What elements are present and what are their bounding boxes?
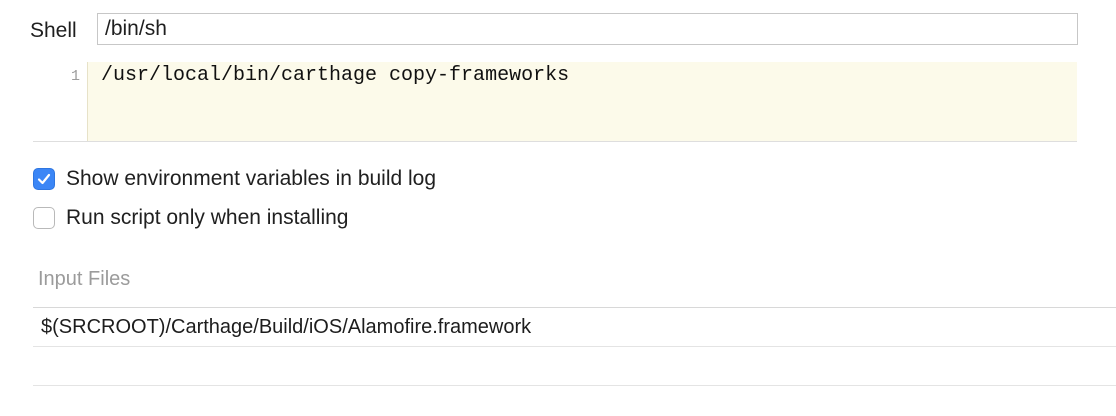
run-only-installing-label[interactable]: Run script only when installing (66, 205, 348, 231)
run-only-installing-checkbox[interactable] (33, 207, 55, 229)
line-number-gutter: 1 (33, 62, 88, 141)
code-line[interactable]: /usr/local/bin/carthage copy-frameworks (101, 63, 569, 89)
input-file-empty-row[interactable] (33, 347, 1116, 386)
input-file-path[interactable]: $(SRCROOT)/Carthage/Build/iOS/Alamofire.… (41, 315, 531, 339)
show-env-vars-option[interactable]: Show environment variables in build log (33, 166, 833, 192)
show-env-vars-checkbox[interactable] (33, 168, 55, 190)
shell-input[interactable]: /bin/sh (97, 13, 1078, 45)
input-files-list: $(SRCROOT)/Carthage/Build/iOS/Alamofire.… (33, 307, 1116, 386)
run-only-installing-option[interactable]: Run script only when installing (33, 205, 833, 231)
input-file-row[interactable]: $(SRCROOT)/Carthage/Build/iOS/Alamofire.… (33, 307, 1116, 347)
line-number: 1 (70, 68, 80, 85)
checkmark-icon (37, 173, 51, 185)
input-files-title: Input Files (38, 268, 131, 290)
run-script-phase-panel: Shell /bin/sh 1 /usr/local/bin/carthage … (0, 0, 1116, 416)
shell-label: Shell (30, 19, 77, 42)
shell-row: Shell /bin/sh (0, 12, 1116, 48)
show-env-vars-label[interactable]: Show environment variables in build log (66, 166, 436, 192)
script-editor[interactable]: 1 /usr/local/bin/carthage copy-framework… (33, 62, 1077, 142)
